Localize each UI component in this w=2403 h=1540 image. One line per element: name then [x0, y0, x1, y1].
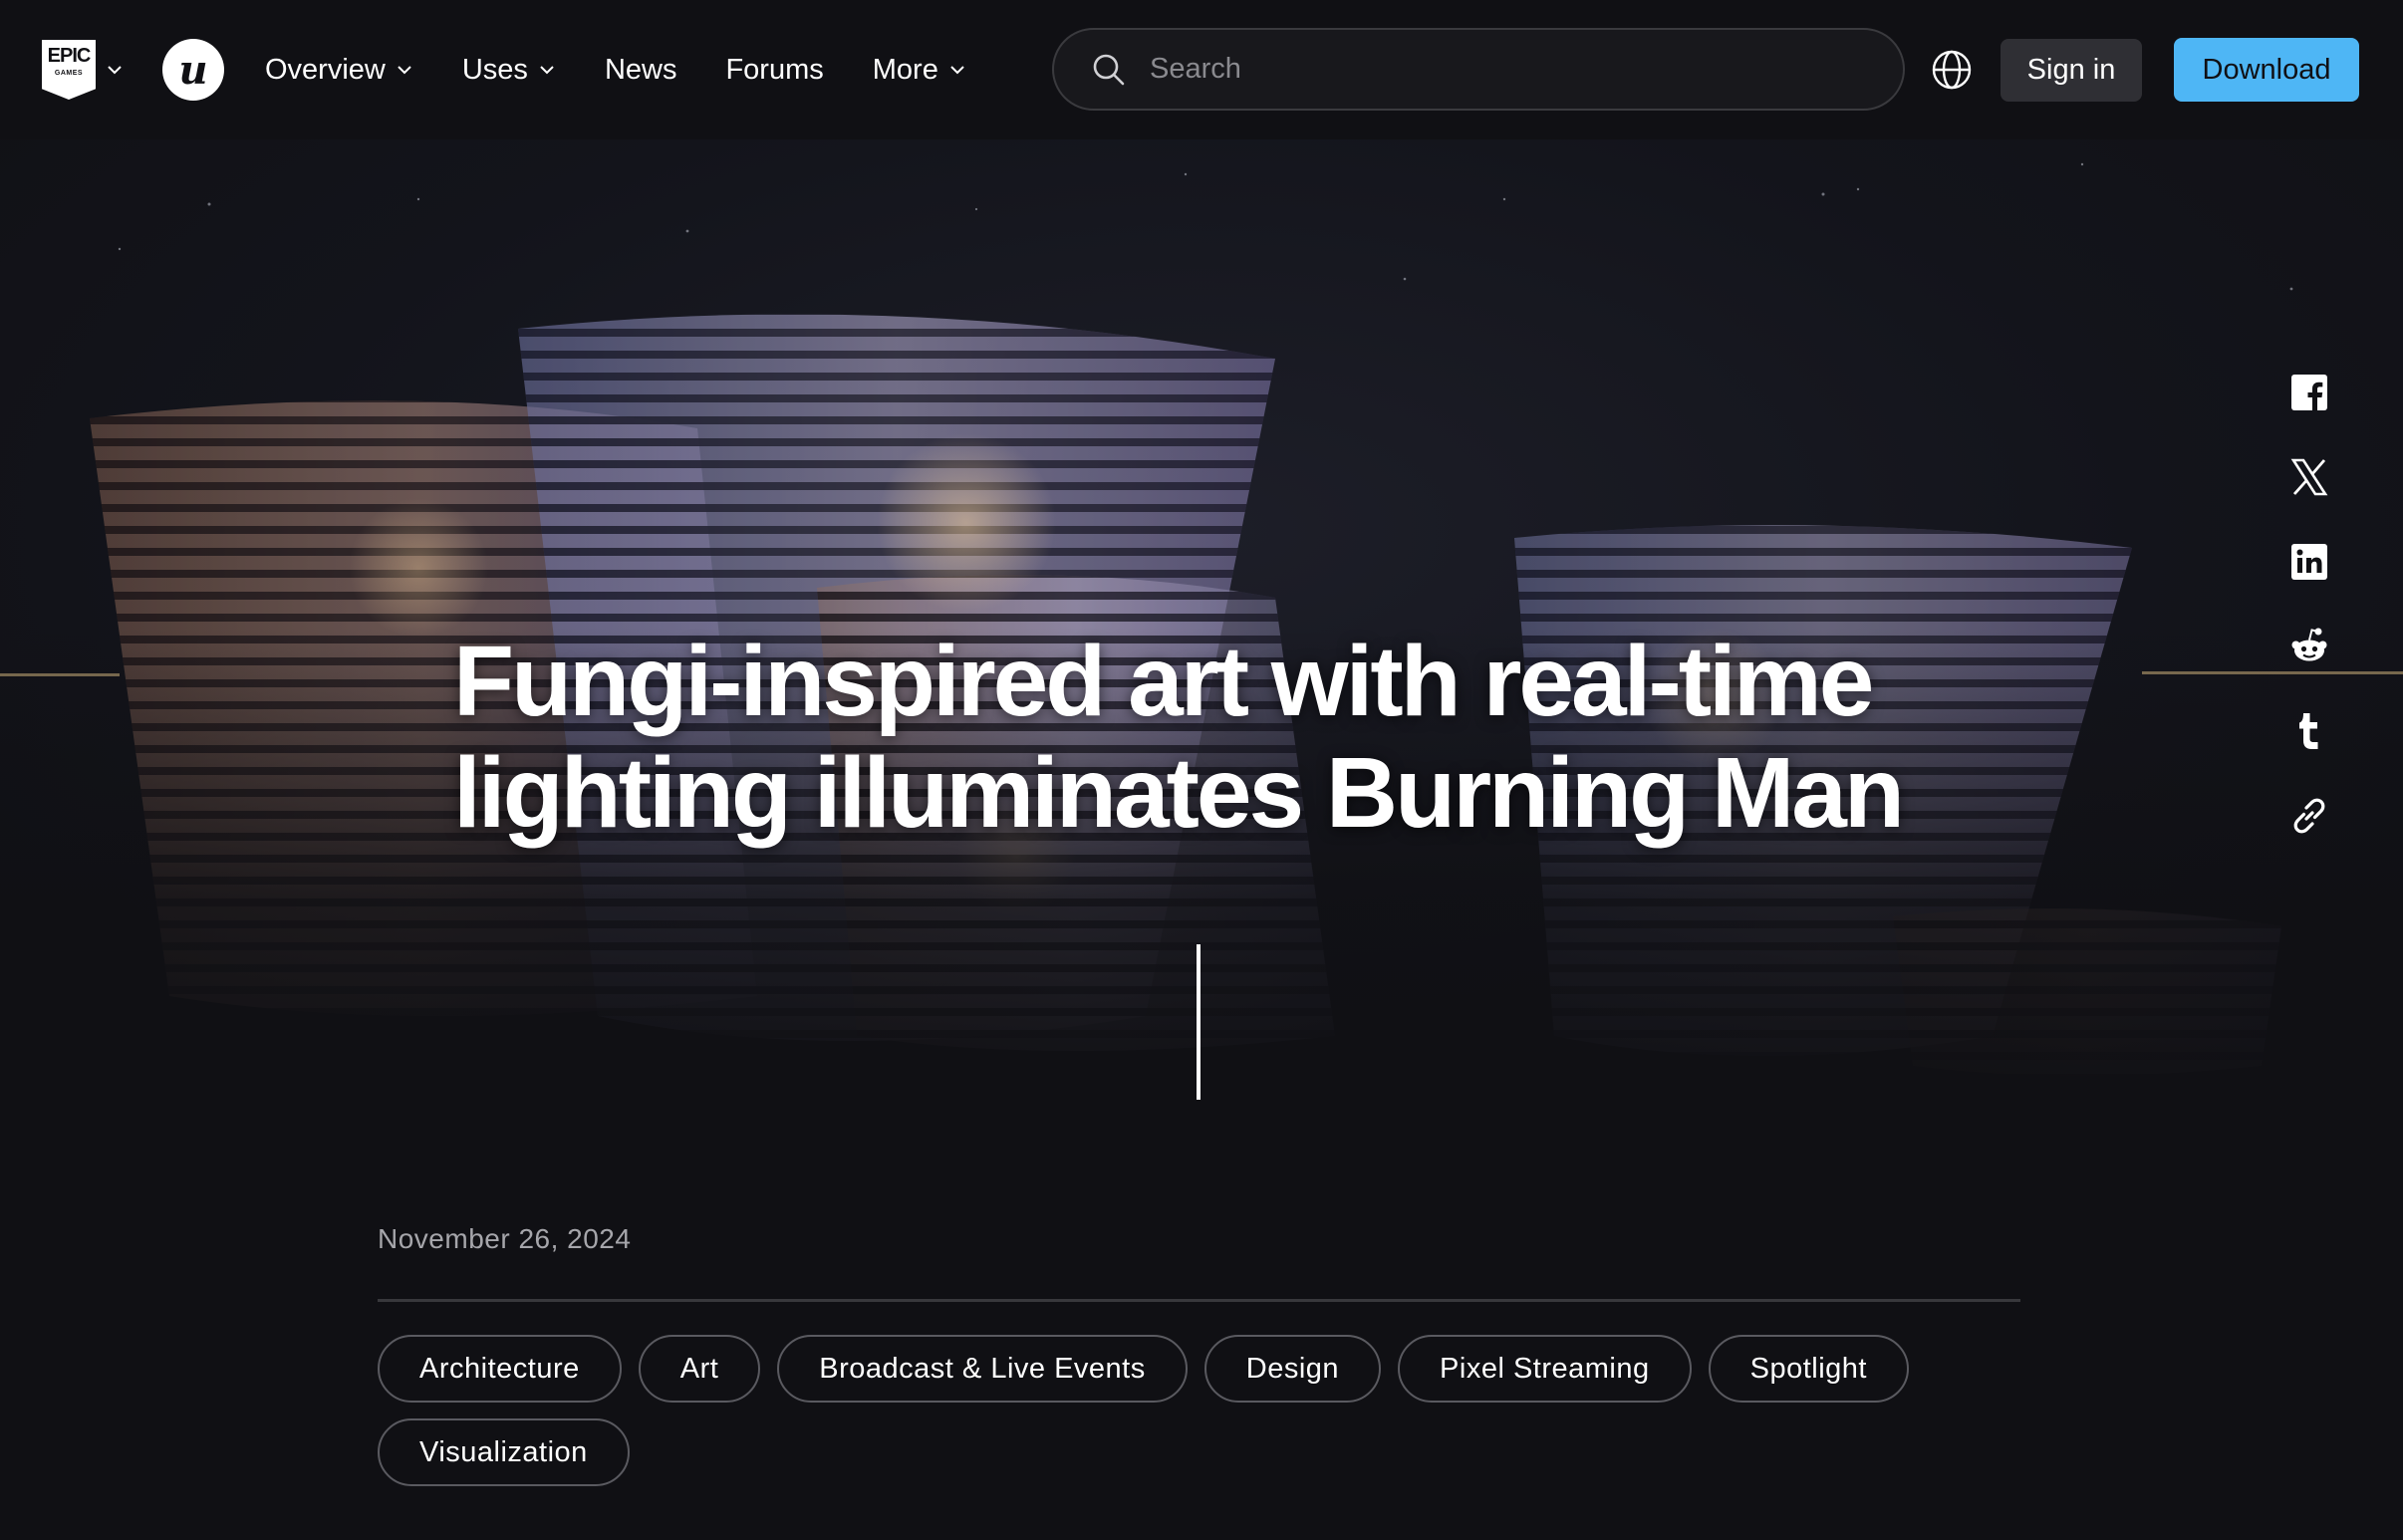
tag-art[interactable]: Art — [638, 1335, 761, 1403]
nav-news[interactable]: News — [605, 54, 677, 87]
chevron-down-icon[interactable] — [106, 61, 124, 79]
article-title: Fungi-inspired art with real-time lighti… — [453, 626, 1905, 849]
top-nav: EPIC GAMES u Overview Uses News Forums M… — [0, 0, 2403, 139]
nav-news-label: News — [604, 53, 677, 86]
unreal-engine-logo[interactable]: u — [162, 39, 224, 101]
nav-overview[interactable]: Overview — [265, 54, 413, 87]
tag-architecture[interactable]: Architecture — [378, 1335, 622, 1403]
tumblr-icon[interactable] — [2287, 709, 2331, 753]
copy-link-icon[interactable] — [2287, 794, 2331, 838]
x-icon[interactable] — [2287, 455, 2331, 499]
reddit-icon[interactable] — [2287, 625, 2331, 668]
tag-visualization[interactable]: Visualization — [378, 1418, 630, 1486]
nav-forums[interactable]: Forums — [725, 54, 823, 87]
share-rail — [2287, 371, 2335, 879]
nav-more-label: More — [872, 53, 938, 86]
tag-pixel-streaming[interactable]: Pixel Streaming — [1398, 1335, 1692, 1403]
linkedin-icon[interactable] — [2287, 540, 2331, 584]
nav-overview-label: Overview — [265, 53, 386, 86]
nav-forums-label: Forums — [725, 53, 824, 86]
hero: Fungi-inspired art with real-time lighti… — [0, 139, 2403, 1116]
nav-more[interactable]: More — [873, 54, 966, 87]
nav-uses[interactable]: Uses — [462, 54, 556, 87]
tag-list: Architecture Art Broadcast & Live Events… — [378, 1335, 2031, 1502]
nav-uses-label: Uses — [461, 53, 528, 86]
sign-in-button[interactable]: Sign in — [2001, 39, 2142, 102]
language-globe-icon[interactable] — [1931, 49, 1973, 91]
search-icon — [1093, 54, 1125, 85]
search-input[interactable] — [1150, 53, 1847, 86]
epic-games-menu[interactable]: EPIC GAMES — [42, 40, 124, 100]
tag-broadcast-live-events[interactable]: Broadcast & Live Events — [777, 1335, 1188, 1403]
chevron-down-icon — [540, 66, 554, 75]
page: EPIC GAMES u Overview Uses News Forums M… — [0, 0, 2403, 1540]
chevron-down-icon — [950, 66, 964, 75]
epic-logo-subtext: GAMES — [54, 70, 84, 77]
tag-spotlight[interactable]: Spotlight — [1708, 1335, 1909, 1403]
main-nav: Overview Uses News Forums More — [265, 0, 1015, 139]
divider — [378, 1299, 2020, 1302]
epic-logo-text: EPIC — [47, 45, 92, 67]
search-bar[interactable] — [1052, 28, 1905, 111]
chevron-down-icon — [398, 66, 411, 75]
facebook-icon[interactable] — [2287, 371, 2331, 414]
tag-design[interactable]: Design — [1203, 1335, 1382, 1403]
publish-date: November 26, 2024 — [378, 1223, 632, 1254]
epic-games-logo[interactable]: EPIC GAMES — [42, 40, 96, 100]
download-button[interactable]: Download — [2174, 38, 2359, 102]
scroll-indicator-line — [1197, 944, 1201, 1100]
